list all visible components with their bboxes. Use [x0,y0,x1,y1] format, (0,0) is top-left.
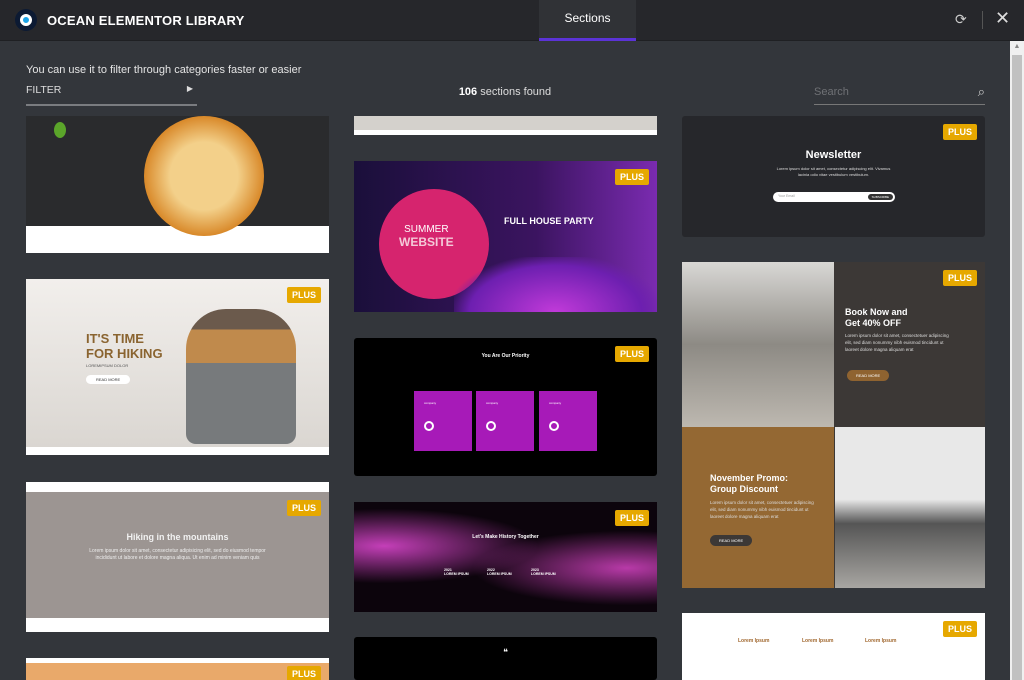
lorem-heading: Lorem Ipsum [738,638,770,644]
promo-text: Lorem ipsum dolor sit amet, consectetuer… [845,333,949,352]
section-card-testimonial[interactable]: ❝ [354,637,657,680]
read-more-button: READ MORE [847,370,890,381]
quote-icon: ❝ [503,647,508,657]
history-title: Let's Make History Together [472,534,539,540]
section-card-pizza[interactable] [26,116,329,253]
group-image [835,427,985,588]
section-card-priority[interactable]: PLUS You Are Our Priority company compan… [354,338,657,476]
section-card-promo[interactable]: PLUS Book Now and Get 40% OFF Lorem ipsum… [682,262,985,588]
ocean-logo-icon [15,9,37,31]
plus-badge: PLUS [286,666,321,680]
scrollbar[interactable]: ▲ [1010,41,1024,680]
pizza-image [144,116,264,236]
hiker-image [186,309,296,444]
app-title: OCEAN ELEMENTOR LIBRARY [47,13,245,28]
newsletter-title: Newsletter [805,149,862,161]
priority-title: You Are Our Priority [481,353,530,359]
history-year: 2021 LOREM IPSUM [444,568,469,576]
section-card-lorem[interactable]: PLUS Lorem Ipsum Lorem Ipsum Lorem Ipsum [682,613,985,680]
lorem-heading: Lorem Ipsum [802,638,834,644]
divider [982,11,983,29]
section-card-mountains[interactable]: PLUS Hiking in the mountains Lorem ipsum… [26,482,329,632]
search-input[interactable] [814,82,964,102]
hikers-image [682,262,834,427]
sync-icon[interactable]: ⟳ [955,11,967,28]
leaf-icon [54,122,66,138]
count-value: 106 [458,86,478,98]
section-card-stone[interactable] [354,116,657,135]
section-card-orange[interactable]: PLUS [26,658,329,680]
plus-badge: PLUS [614,169,649,185]
search-box: ⌕ [814,82,985,105]
priority-box: company [414,391,472,451]
smoke-image [454,257,657,312]
scroll-up-icon[interactable]: ▲ [1010,43,1024,50]
hiking-title: IT'S TIME FOR HIKING [86,331,163,361]
read-more-button: READ MORE [86,375,131,384]
section-card-history[interactable]: PLUS Let's Make History Together 2021 LOR… [354,502,657,612]
priority-box: company [539,391,597,451]
promo-panel: November Promo: Group Discount Lorem ipsu… [682,427,834,588]
mountains-text: Lorem ipsum dolor sit amet, consectetur … [89,548,266,561]
history-year: 2023 LOREM IPSUM [531,568,556,576]
close-icon[interactable]: ✕ [995,8,1010,29]
promo-title-2: November Promo: Group Discount [710,473,789,494]
newsletter-text: Lorem ipsum dolor sit amet, consectetur … [776,166,891,177]
plus-badge: PLUS [614,346,649,362]
count-suffix: sections found [477,86,552,98]
plus-badge: PLUS [286,287,321,303]
mountains-title: Hiking in the mountains [126,532,229,542]
search-icon[interactable]: ⌕ [978,84,985,100]
party-title: FULL HOUSE PARTY [504,216,594,226]
hiking-subtitle: LOREMIPSUM DOLOR [86,363,129,368]
tab-sections[interactable]: Sections [539,0,636,41]
section-card-hiking[interactable]: PLUS IT'S TIME FOR HIKING LOREMIPSUM DOLO… [26,279,329,455]
header: OCEAN ELEMENTOR LIBRARY Sections ⟳ ✕ [0,0,1024,41]
history-year: 2022 LOREM IPSUM [487,568,512,576]
plus-badge: PLUS [614,510,649,526]
email-field: Your Email SUBSCRIBE [773,192,895,202]
section-card-newsletter[interactable]: PLUS Newsletter Lorem ipsum dolor sit am… [682,116,985,237]
plus-badge: PLUS [942,124,977,140]
promo-title: Book Now and Get 40% OFF [845,307,908,328]
section-card-party[interactable]: PLUS SUMMER WEBSITE FULL HOUSE PARTY [354,161,657,312]
plus-badge: PLUS [286,500,321,516]
filter-hint: You can use it to filter through categor… [26,64,302,76]
read-more-button: READ MORE [710,535,753,546]
priority-box: company [476,391,534,451]
scrollbar-thumb[interactable] [1012,55,1022,680]
subscribe-button: SUBSCRIBE [867,194,893,200]
party-left-text: SUMMER WEBSITE [399,224,454,249]
plus-badge: PLUS [942,270,977,286]
plus-badge: PLUS [942,621,977,637]
lorem-heading: Lorem Ipsum [865,638,897,644]
